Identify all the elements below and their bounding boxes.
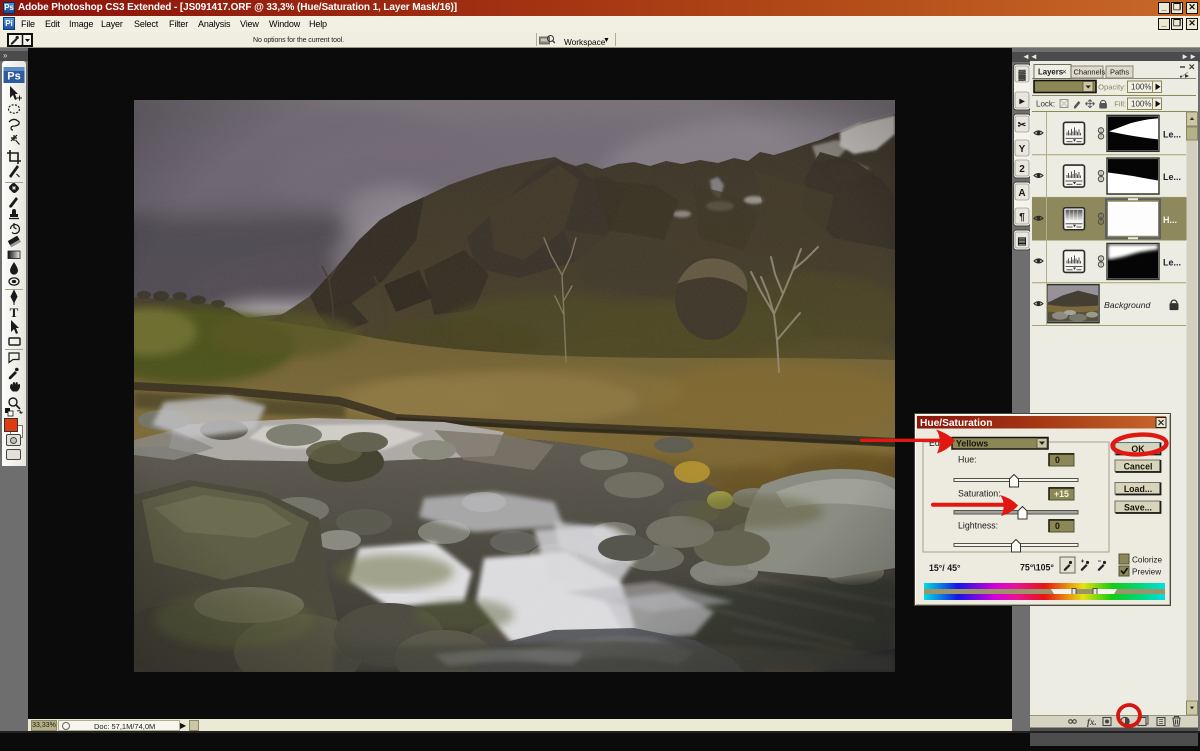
svg-text:×: × bbox=[1062, 68, 1067, 77]
svg-text:Opacity:: Opacity: bbox=[1098, 83, 1126, 92]
svg-text:0: 0 bbox=[1055, 455, 1060, 465]
svg-text:T: T bbox=[10, 305, 19, 320]
svg-text:Save...: Save... bbox=[1124, 503, 1152, 513]
svg-text:Channels: Channels bbox=[1074, 68, 1106, 77]
svg-text:Edit:: Edit: bbox=[929, 438, 947, 448]
svg-text:Le...: Le... bbox=[1163, 129, 1181, 139]
svg-text:Ps: Ps bbox=[7, 71, 20, 83]
svg-text:Lightness:: Lightness: bbox=[958, 521, 998, 531]
svg-text:Layers: Layers bbox=[1038, 68, 1064, 77]
svg-text:▸: ▸ bbox=[1018, 96, 1025, 107]
svg-text:Le...: Le... bbox=[1163, 172, 1181, 182]
svg-text:✂: ✂ bbox=[1018, 120, 1027, 131]
svg-text:Le...: Le... bbox=[1163, 257, 1181, 267]
svg-text:H...: H... bbox=[1163, 215, 1177, 225]
svg-text:75°\105°: 75°\105° bbox=[1020, 563, 1054, 573]
svg-text:Load...: Load... bbox=[1124, 484, 1152, 494]
svg-text:▤: ▤ bbox=[1017, 236, 1026, 247]
svg-text:Fill:: Fill: bbox=[1114, 100, 1126, 109]
svg-text:Paths: Paths bbox=[1110, 68, 1129, 77]
svg-text:▓: ▓ bbox=[1018, 69, 1026, 81]
svg-text:Lock:: Lock: bbox=[1036, 99, 1055, 108]
svg-text:+15: +15 bbox=[1054, 489, 1069, 499]
svg-text:100%: 100% bbox=[1131, 83, 1151, 92]
svg-text:Y: Y bbox=[1019, 144, 1026, 155]
svg-text:¶: ¶ bbox=[1019, 212, 1025, 223]
svg-text:A: A bbox=[1018, 188, 1025, 199]
svg-text:100%: 100% bbox=[1131, 100, 1151, 109]
svg-text:2: 2 bbox=[1019, 164, 1025, 175]
svg-text:Cancel: Cancel bbox=[1124, 462, 1153, 472]
svg-text:0: 0 bbox=[1055, 521, 1060, 531]
svg-text:Colorize: Colorize bbox=[1132, 556, 1162, 565]
svg-text:Background: Background bbox=[1104, 300, 1152, 310]
svg-text:Hue:: Hue: bbox=[958, 455, 977, 465]
svg-text:Yellows: Yellows bbox=[956, 439, 988, 449]
svg-text:Saturation:: Saturation: bbox=[958, 489, 1001, 499]
svg-text:OK: OK bbox=[1131, 444, 1145, 454]
svg-text:fx.: fx. bbox=[1087, 717, 1097, 727]
svg-text:Hue/Saturation: Hue/Saturation bbox=[920, 418, 992, 429]
svg-text:15°/ 45°: 15°/ 45° bbox=[929, 563, 961, 573]
svg-text:Preview: Preview bbox=[1132, 568, 1161, 577]
